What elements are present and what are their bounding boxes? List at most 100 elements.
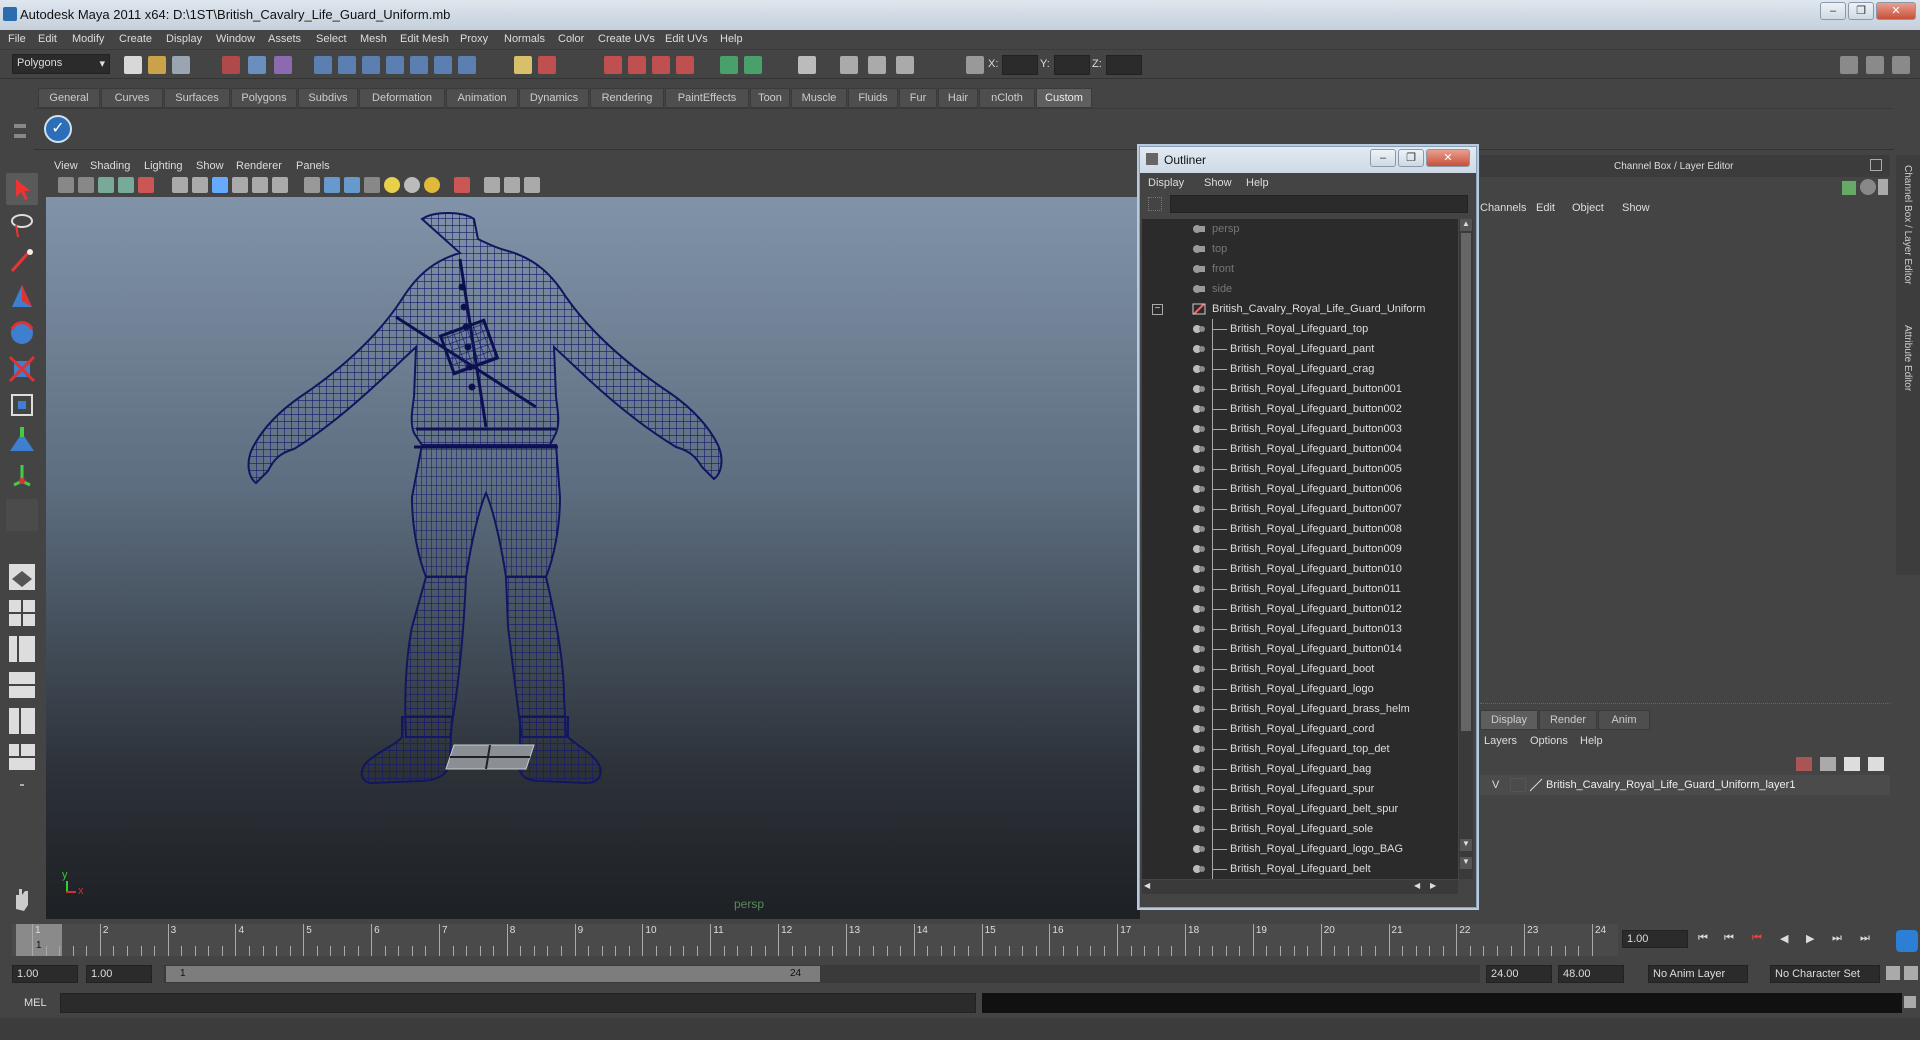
open-scene-icon[interactable] bbox=[148, 56, 166, 74]
outliner-row-mesh[interactable]: British_Royal_Lifeguard_sole bbox=[1142, 819, 1458, 839]
single-perspective-layout-icon[interactable] bbox=[6, 561, 38, 593]
soft-mod-icon[interactable] bbox=[6, 425, 38, 457]
menu-mesh[interactable]: Mesh bbox=[360, 33, 387, 45]
channel-box-icon[interactable] bbox=[1892, 56, 1910, 74]
xray-joints-icon[interactable] bbox=[504, 177, 520, 193]
layer-tab-display[interactable]: Display bbox=[1480, 710, 1538, 730]
range-slider-handle[interactable]: 1 24 bbox=[166, 966, 820, 982]
z-field[interactable] bbox=[1106, 55, 1142, 75]
shelf-tab-dynamics[interactable]: Dynamics bbox=[519, 88, 589, 108]
speed-icon[interactable] bbox=[1860, 179, 1876, 195]
step-forward-frame-icon[interactable]: ⏭ bbox=[1832, 932, 1842, 945]
command-language-label[interactable]: MEL bbox=[24, 997, 47, 1009]
shelf-tab-muscle[interactable]: Muscle bbox=[791, 88, 847, 108]
shelf-tab-toon[interactable]: Toon bbox=[750, 88, 790, 108]
outliner-row-mesh[interactable]: British_Royal_Lifeguard_boot bbox=[1142, 659, 1458, 679]
character-set-dropdown[interactable]: No Character Set bbox=[1770, 965, 1880, 983]
outliner-row-mesh[interactable]: British_Royal_Lifeguard_button002 bbox=[1142, 399, 1458, 419]
select-hierarchy-icon[interactable] bbox=[222, 56, 240, 74]
restore-button[interactable]: ❐ bbox=[1848, 2, 1874, 20]
menu-modify[interactable]: Modify bbox=[72, 33, 104, 45]
layer-row[interactable]: V British_Cavalry_Royal_Life_Guard_Unifo… bbox=[1480, 775, 1890, 795]
shelf-tab-curves[interactable]: Curves bbox=[101, 88, 163, 108]
menu-edit[interactable]: Edit bbox=[38, 33, 57, 45]
camera-tool-icon[interactable] bbox=[840, 56, 858, 74]
safe-title-icon[interactable] bbox=[272, 177, 288, 193]
last-tool-icon[interactable] bbox=[6, 499, 38, 531]
shelf-tab-painteffects[interactable]: PaintEffects bbox=[665, 88, 749, 108]
viewport-menu-lighting[interactable]: Lighting bbox=[144, 160, 183, 172]
outliner-row-mesh[interactable]: British_Royal_Lifeguard_button001 bbox=[1142, 379, 1458, 399]
cb-menu-show[interactable]: Show bbox=[1622, 202, 1650, 214]
go-to-start-icon[interactable]: ⏮ bbox=[1698, 932, 1708, 945]
scale-tool-icon[interactable] bbox=[6, 353, 38, 385]
outliner-menu-display[interactable]: Display bbox=[1148, 177, 1184, 189]
outliner-row-mesh[interactable]: British_Royal_Lifeguard_button014 bbox=[1142, 639, 1458, 659]
outliner-row-mesh[interactable]: British_Royal_Lifeguard_button012 bbox=[1142, 599, 1458, 619]
isolate-select-icon[interactable] bbox=[454, 177, 470, 193]
outliner-row-mesh[interactable]: British_Royal_Lifeguard_button009 bbox=[1142, 539, 1458, 559]
outliner-menu-help[interactable]: Help bbox=[1246, 177, 1269, 189]
shelf-tab-fluids[interactable]: Fluids bbox=[848, 88, 898, 108]
outliner-row-mesh[interactable]: British_Royal_Lifeguard_top bbox=[1142, 319, 1458, 339]
outliner-restore-button[interactable]: ❐ bbox=[1398, 149, 1424, 167]
outliner-row-mesh[interactable]: British_Royal_Lifeguard_belt bbox=[1142, 859, 1458, 879]
minimize-button[interactable]: – bbox=[1820, 2, 1846, 20]
default-lighting-icon[interactable] bbox=[384, 177, 400, 193]
scroll-down-icon[interactable]: ▼ bbox=[1460, 839, 1472, 851]
snap-grid-icon[interactable] bbox=[314, 56, 332, 74]
menu-create[interactable]: Create bbox=[119, 33, 152, 45]
four-view-layout-icon[interactable] bbox=[6, 597, 38, 629]
y-field[interactable] bbox=[1054, 55, 1090, 75]
viewport-menu-renderer[interactable]: Renderer bbox=[236, 160, 282, 172]
outliner-row-group[interactable]: − British_Cavalry_Royal_Life_Guard_Unifo… bbox=[1142, 299, 1458, 319]
layer-visibility-toggle[interactable]: V bbox=[1492, 779, 1499, 791]
outliner-title-bar[interactable]: Outliner – ❐ ✕ bbox=[1140, 147, 1476, 173]
playback-start-field[interactable]: 1.00 bbox=[86, 965, 152, 983]
new-layer-icon[interactable] bbox=[1844, 757, 1860, 771]
outliner-row-mesh[interactable]: British_Royal_Lifeguard_spur bbox=[1142, 779, 1458, 799]
show-manip-icon[interactable] bbox=[6, 461, 38, 493]
save-scene-icon[interactable] bbox=[172, 56, 190, 74]
anim-layer-dropdown[interactable]: No Anim Layer bbox=[1648, 965, 1748, 983]
snap-curve-icon[interactable] bbox=[338, 56, 356, 74]
pen-icon[interactable] bbox=[1878, 179, 1888, 195]
scroll-down-end-icon[interactable]: ▼ bbox=[1460, 857, 1472, 869]
key-icon[interactable] bbox=[1886, 966, 1900, 980]
shelf-tab-custom[interactable]: Custom bbox=[1036, 88, 1092, 108]
animation-end-field[interactable]: 48.00 bbox=[1558, 965, 1624, 983]
outliner-row-mesh[interactable]: British_Royal_Lifeguard_cord bbox=[1142, 719, 1458, 739]
step-back-key-icon[interactable]: ⏮ bbox=[1724, 932, 1734, 945]
outliner-row-mesh[interactable]: British_Royal_Lifeguard_button013 bbox=[1142, 619, 1458, 639]
persp-graph-layout-icon[interactable] bbox=[6, 669, 38, 701]
camera-attributes-icon[interactable] bbox=[78, 177, 94, 193]
animation-start-field[interactable]: 1.00 bbox=[12, 965, 78, 983]
bookmark-icon[interactable] bbox=[98, 177, 114, 193]
wireframe-on-shaded-icon[interactable] bbox=[344, 177, 360, 193]
panel-splitter[interactable] bbox=[1480, 703, 1890, 707]
camera-select-icon[interactable] bbox=[58, 177, 74, 193]
layout-columns-icon[interactable] bbox=[1866, 56, 1884, 74]
outliner-minimize-button[interactable]: – bbox=[1370, 149, 1396, 167]
shelf-tab-rendering[interactable]: Rendering bbox=[590, 88, 664, 108]
outliner-row-mesh[interactable]: British_Royal_Lifeguard_belt_spur bbox=[1142, 799, 1458, 819]
menu-create-uvs[interactable]: Create UVs bbox=[598, 33, 655, 45]
outliner-row-mesh[interactable]: British_Royal_Lifeguard_top_det bbox=[1142, 739, 1458, 759]
outliner-row-mesh[interactable]: British_Royal_Lifeguard_button003 bbox=[1142, 419, 1458, 439]
outliner-row-mesh[interactable]: British_Royal_Lifeguard_crag bbox=[1142, 359, 1458, 379]
film-gate-icon[interactable] bbox=[138, 177, 154, 193]
snap-surface-icon[interactable] bbox=[410, 56, 428, 74]
outliner-vertical-scrollbar[interactable]: ▲ ▼ ▼ bbox=[1459, 219, 1473, 879]
layer-type-toggle[interactable] bbox=[1510, 778, 1526, 792]
menu-color[interactable]: Color bbox=[558, 33, 584, 45]
outliner-row-mesh[interactable]: British_Royal_Lifeguard_button010 bbox=[1142, 559, 1458, 579]
layout-options-icon[interactable] bbox=[6, 777, 38, 793]
menu-assets[interactable]: Assets bbox=[268, 33, 301, 45]
outliner-row-mesh[interactable]: British_Royal_Lifeguard_bag bbox=[1142, 759, 1458, 779]
universal-manip-icon[interactable] bbox=[6, 389, 38, 421]
hypershade-icon[interactable] bbox=[652, 56, 670, 74]
ipr-render-icon[interactable] bbox=[604, 56, 622, 74]
render-icon[interactable] bbox=[538, 56, 556, 74]
time-slider[interactable]: 1 1 2 3 4 5 6 7 8 9 10 11 12 13 14 15 16 17 18 19 20 21 22 23 2… bbox=[12, 924, 1618, 956]
xray-icon[interactable] bbox=[484, 177, 500, 193]
